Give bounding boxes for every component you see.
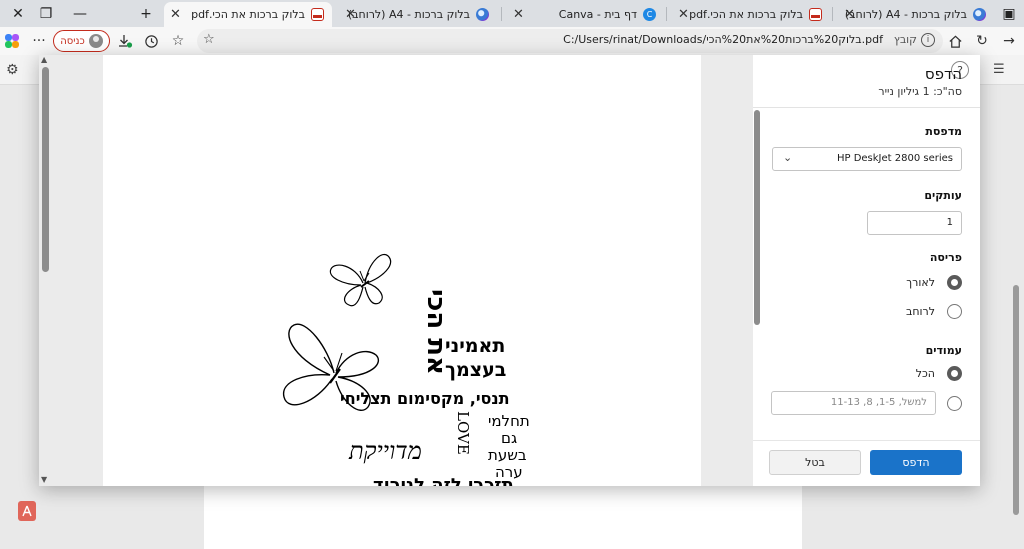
pages-all-option[interactable]: הכל (916, 366, 962, 381)
radio-selected[interactable] (947, 366, 962, 381)
pages-placeholder: למשל, 1-5, 8, 11-13 (830, 397, 927, 408)
preview-page: את הכי תאמיני בעצמך תנסי, מקסימום תצליחי… (103, 55, 701, 486)
refresh-icon[interactable]: ↻ (971, 31, 993, 51)
pages-all-label: הכל (915, 367, 935, 380)
printer-label: מדפסת (925, 125, 962, 138)
artwork-script-word: מדוייקת (349, 437, 422, 465)
pdf-file-icon (809, 8, 822, 21)
colorful-page-icon (973, 8, 986, 21)
printer-select[interactable]: HP DeskJet 2800 series ⌄ (772, 147, 962, 171)
more-options-icon[interactable]: ··· (28, 31, 50, 51)
tab-separator (832, 7, 833, 21)
minimize-window-icon[interactable]: — (62, 0, 98, 27)
site-info-icon[interactable]: i (921, 33, 935, 47)
canva-icon: C (643, 8, 656, 21)
preview-scrollbar[interactable]: ▲ ▼ (39, 55, 53, 486)
signin-label: כניסה (60, 35, 85, 47)
print-preview-area: ▲ ▼ את הכי תאמיני בעצמך תנסי, מקסימום תצ… (39, 55, 753, 486)
copies-input[interactable]: 1 (867, 211, 962, 235)
tab-label: בלוק ברכות - A4 (לרוחב) (844, 8, 967, 21)
new-tab-icon[interactable]: + (128, 0, 164, 27)
pages-range-input[interactable]: למשל, 1-5, 8, 11-13 (771, 391, 936, 415)
artwork-love-vertical: LOVE (454, 411, 472, 455)
portrait-label: לאורך (906, 276, 935, 289)
history-icon[interactable] (140, 31, 162, 51)
tab-separator (501, 7, 502, 21)
pdf-file-icon (311, 8, 324, 21)
scroll-down-icon[interactable]: ▼ (41, 475, 47, 484)
back-arrow-icon[interactable]: → (998, 31, 1020, 51)
signin-button[interactable]: כניסה (53, 30, 110, 52)
cancel-button[interactable]: בטל (769, 450, 861, 475)
tab-3[interactable]: ✕ בלוק ברכות - A4 (לרוחב) (339, 2, 497, 27)
close-tab-icon[interactable]: ✕ (513, 7, 524, 22)
tab-label: בלוק ברכות את הכי.pdf (689, 8, 803, 21)
scrollbar-thumb[interactable] (1013, 285, 1019, 515)
dialog-title: הדפס (924, 65, 962, 83)
scroll-up-icon[interactable]: ▲ (41, 55, 47, 64)
close-tab-icon[interactable]: ✕ (170, 7, 181, 22)
pdf-page-background (204, 486, 802, 549)
pages-custom-option[interactable] (947, 396, 962, 411)
tab-actions-icon[interactable]: ▣ (994, 0, 1024, 27)
artwork-line: תחלמי (488, 412, 530, 430)
artwork-line: גם (501, 429, 518, 447)
artwork-line: בעצמך (445, 359, 507, 381)
tab-label: בלוק ברכות את הכי.pdf (191, 8, 305, 21)
tab-4-active[interactable]: ✕ בלוק ברכות את הכי.pdf (164, 2, 332, 27)
url-text[interactable]: C:/Users/rinat/Downloads/בלוק%20ברכות%20… (563, 33, 883, 46)
avatar-icon (88, 34, 103, 48)
close-tab-icon[interactable]: ✕ (678, 7, 689, 22)
adobe-acrobat-icon[interactable] (18, 501, 36, 521)
landscape-label: לרוחב (905, 305, 935, 318)
restore-window-icon[interactable]: ❐ (28, 0, 64, 27)
favorites-icon[interactable]: ☆ (167, 31, 189, 51)
copies-label: עותקים (924, 189, 962, 202)
tab-separator (666, 7, 667, 21)
print-dialog: ▲ ▼ את הכי תאמיני בעצמך תנסי, מקסימום תצ… (39, 55, 980, 486)
colorful-page-icon (476, 8, 489, 21)
home-icon[interactable] (944, 31, 966, 51)
tab-label: דף בית - Canva (558, 8, 637, 21)
tab-2[interactable]: ✕ דף בית - Canva C (507, 2, 664, 27)
layout-landscape-option[interactable]: לרוחב (906, 304, 962, 319)
artwork-line: תאמיני (445, 335, 506, 357)
artwork-line: תנסי, מקסימום תצליחי (340, 389, 510, 408)
downloads-icon[interactable] (114, 31, 136, 51)
sheet-count: סה"כ: 1 גיליון נייר (878, 85, 962, 98)
dialog-footer: הדפס בטל (753, 440, 980, 486)
address-toolbar: ··· כניסה ☆ ☆ C:/Users/rinat/Downloads/ב… (0, 27, 1024, 55)
contents-list-icon[interactable]: ☰ (993, 62, 1005, 77)
scrollbar-thumb[interactable] (754, 110, 760, 325)
radio-unselected[interactable] (947, 304, 962, 319)
settings-gear-icon[interactable]: ⚙ (6, 62, 19, 78)
settings-scrollbar[interactable] (753, 110, 761, 440)
file-protocol-label: קובץ (893, 33, 917, 46)
address-bar[interactable]: ☆ C:/Users/rinat/Downloads/בלוק%20ברכות%… (197, 29, 943, 53)
layout-label: פריסה (929, 251, 962, 264)
printer-value: HP DeskJet 2800 series (836, 153, 953, 164)
copies-value: 1 (946, 217, 953, 228)
artwork-line: בשעת (488, 446, 527, 464)
radio-unselected[interactable] (947, 396, 962, 411)
artwork-line: תזכרי לזה לנירוד (373, 475, 514, 486)
copilot-icon[interactable] (1, 31, 23, 51)
close-tab-icon[interactable]: ✕ (844, 7, 855, 22)
print-settings-panel: ? הדפס סה"כ: 1 גיליון נייר מדפסת HP Desk… (753, 55, 980, 486)
radio-selected[interactable] (947, 275, 962, 290)
add-favorite-icon[interactable]: ☆ (203, 32, 215, 47)
tab-0[interactable]: ✕ בלוק ברכות - A4 (לרוחב) (838, 2, 994, 27)
pages-label: עמודים (925, 344, 962, 357)
tab-strip: ✕ ❐ — + ✕ בלוק ברכות - A4 (לרוחב) ✕ בלוק… (0, 0, 1024, 27)
page-scrollbar[interactable] (1008, 85, 1024, 549)
tab-1[interactable]: ✕ בלוק ברכות את הכי.pdf (672, 2, 830, 27)
layout-portrait-option[interactable]: לאורך (906, 275, 962, 290)
close-tab-icon[interactable]: ✕ (345, 7, 356, 22)
divider (753, 107, 980, 108)
small-butterfly-icon (329, 253, 392, 307)
scrollbar-thumb[interactable] (42, 67, 49, 272)
chevron-down-icon: ⌄ (783, 151, 793, 164)
print-button[interactable]: הדפס (870, 450, 962, 475)
tab-label: בלוק ברכות - A4 (לרוחב) (347, 8, 470, 21)
